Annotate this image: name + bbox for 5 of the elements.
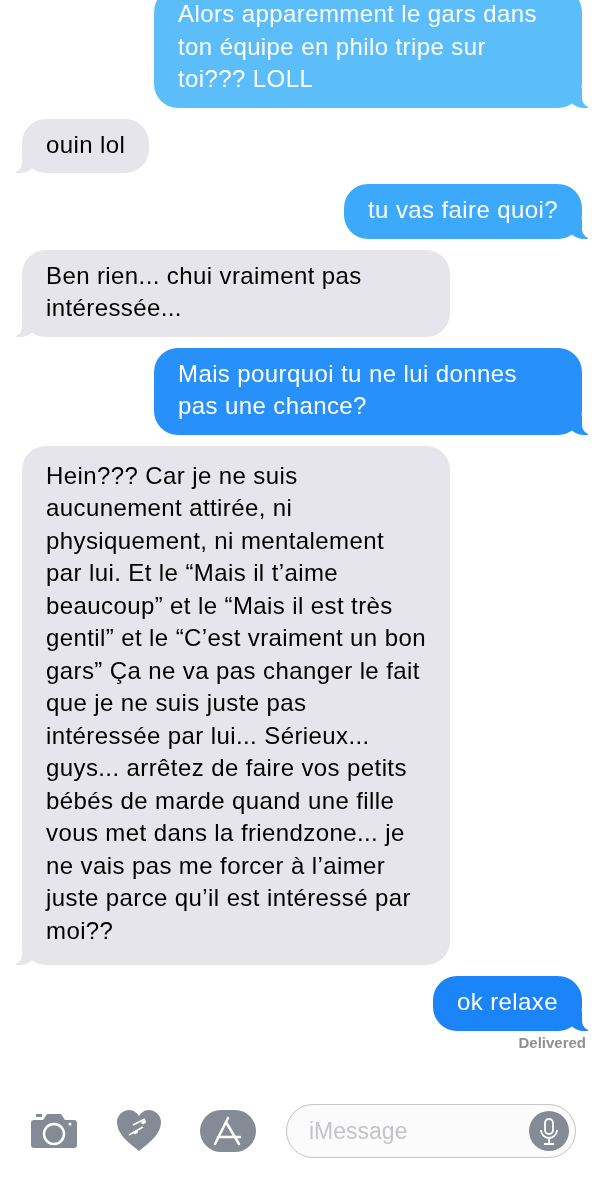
microphone-icon[interactable] xyxy=(529,1111,569,1151)
heart-icon[interactable] xyxy=(116,1109,162,1153)
delivered-status: Delivered xyxy=(518,1033,586,1051)
app-store-icon[interactable] xyxy=(200,1110,256,1152)
camera-icon[interactable] xyxy=(30,1112,78,1150)
